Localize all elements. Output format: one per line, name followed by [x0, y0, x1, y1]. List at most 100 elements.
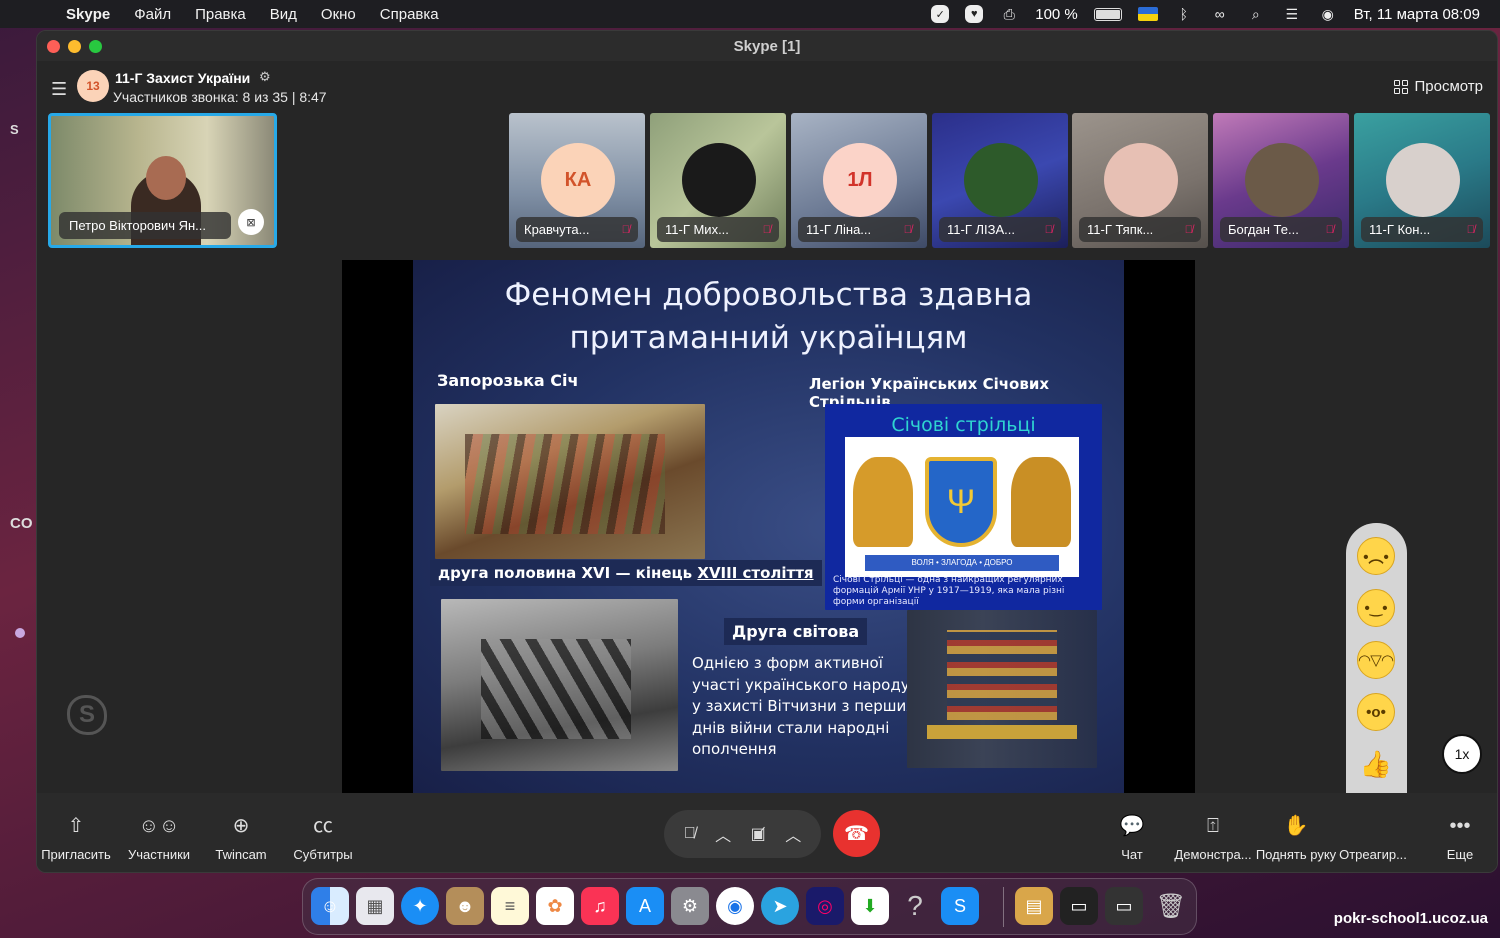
twincam-button[interactable]: ⊕ Twincam: [196, 811, 286, 862]
skype-dock-icon[interactable]: S: [941, 887, 979, 925]
confused-emoji-icon[interactable]: •︵•: [1357, 537, 1395, 575]
participant-name-label: 11-Г Ліна... 🎙̸: [798, 217, 920, 242]
app-store-icon[interactable]: A: [626, 887, 664, 925]
settings-gear-icon[interactable]: ⚙: [259, 69, 271, 85]
trident-icon: Ψ: [925, 457, 997, 547]
menu-app-skype[interactable]: Skype: [66, 6, 110, 23]
mic-muted-icon: 🎙̸: [762, 223, 771, 236]
finder-icon[interactable]: ☺: [311, 887, 349, 925]
shared-screen[interactable]: Феномен добровольства здавна притаманний…: [342, 260, 1195, 793]
end-call-button[interactable]: ☎: [833, 810, 880, 857]
participant-avatar: [964, 143, 1038, 217]
participant-tile[interactable]: 11-Г Тяпк... 🎙̸: [1072, 113, 1208, 248]
viber-icon[interactable]: ♥: [965, 5, 984, 23]
menu-file[interactable]: Файл: [134, 6, 171, 23]
invite-button[interactable]: ⇧ Пригласить: [37, 811, 121, 862]
participant-name: 11-Г Ліна...: [806, 222, 872, 237]
mic-muted-icon: 🎙̸: [903, 223, 912, 236]
participants-button[interactable]: ☺☺ Участники: [114, 811, 204, 862]
grid-view-icon: [1394, 79, 1409, 94]
subtitles-button[interactable]: ㏄ Субтитры: [278, 811, 368, 862]
self-video-tile[interactable]: Петро Вікторович Ян... ⊠: [48, 113, 277, 248]
thumbs-up-icon[interactable]: 👍: [1357, 745, 1395, 783]
macos-menu-bar: Skype Файл Правка Вид Окно Справка ✓ ♥ ⎙…: [0, 0, 1500, 28]
control-center-icon[interactable]: ☰: [1282, 5, 1302, 23]
call-title[interactable]: 11-Г Захист України: [115, 70, 250, 86]
menubar-datetime[interactable]: Вт, 11 марта 08:09: [1354, 6, 1480, 23]
participant-tile[interactable]: 11-Г ЛІЗА... 🎙̸: [932, 113, 1068, 248]
menu-edit[interactable]: Правка: [195, 6, 246, 23]
react-button[interactable]: Отреагир...: [1328, 811, 1418, 862]
slide-title-line1: Феномен добровольства здавна: [504, 277, 1033, 313]
call-toolbar: ⇧ Пригласить ☺☺ Участники ⊕ Twincam ㏄ Су…: [37, 793, 1497, 872]
presentation-slide: Феномен добровольства здавна притаманний…: [413, 260, 1124, 793]
hide-self-view-icon[interactable]: ⊠: [238, 209, 264, 235]
siri-icon[interactable]: ◉: [1318, 5, 1338, 23]
bluetooth-icon[interactable]: ᛒ: [1174, 5, 1194, 23]
link-icon[interactable]: ∞: [1210, 5, 1230, 23]
participant-tile[interactable]: КА Кравчута... 🎙̸: [509, 113, 645, 248]
contacts-icon[interactable]: ☻: [446, 887, 484, 925]
microphone-muted-icon[interactable]: 🎙̸: [684, 825, 696, 843]
telegram-icon[interactable]: ➤: [761, 887, 799, 925]
participant-tile[interactable]: 1Л 11-Г Ліна... 🎙̸: [791, 113, 927, 248]
window-title: Skype [1]: [733, 38, 801, 55]
notes-icon[interactable]: ≡: [491, 887, 529, 925]
slide-title: Феномен добровольства здавна притаманний…: [413, 274, 1124, 360]
participant-name-label: Богдан Те... 🎙̸: [1220, 217, 1342, 242]
mic-muted-icon: 🎙̸: [1325, 223, 1334, 236]
mic-options-chevron-icon[interactable]: ︿: [715, 822, 731, 846]
printer-icon[interactable]: ⎙: [999, 5, 1019, 23]
laugh-emoji-icon[interactable]: ◠▽◠: [1357, 641, 1395, 679]
desktop-dot: [15, 628, 25, 638]
headphones-app-icon[interactable]: ◎: [806, 887, 844, 925]
view-layout-button[interactable]: Просмотр: [1394, 78, 1483, 95]
menu-icon[interactable]: ☰: [51, 79, 67, 100]
status-check-icon[interactable]: ✓: [931, 5, 950, 23]
smile-emoji-icon[interactable]: •‿•: [1357, 589, 1395, 627]
safari-icon[interactable]: ✦: [401, 887, 439, 925]
archive-folder-icon[interactable]: ▤: [1015, 887, 1053, 925]
participant-tile[interactable]: 11-Г Мих... 🎙̸: [650, 113, 786, 248]
participant-tile[interactable]: Богдан Те... 🎙̸: [1213, 113, 1349, 248]
window-thumbnail-icon[interactable]: ▭: [1060, 887, 1098, 925]
more-button[interactable]: ••• Еще: [1415, 811, 1497, 862]
group-avatar[interactable]: 13: [77, 70, 109, 102]
participant-avatar: КА: [541, 143, 615, 217]
participant-avatar: [1104, 143, 1178, 217]
battery-icon[interactable]: [1093, 7, 1122, 21]
installer-icon[interactable]: ⬇: [851, 887, 889, 925]
screen-share-icon: ⍐: [1207, 815, 1219, 837]
camera-options-chevron-icon[interactable]: ︿: [785, 822, 801, 846]
twincam-label: Twincam: [215, 847, 267, 862]
music-icon[interactable]: ♫: [581, 887, 619, 925]
camera-off-icon[interactable]: ▣̸: [751, 824, 766, 844]
veteran-medals-photo: [907, 610, 1097, 768]
share-screen-button[interactable]: ⍐ Демонстра...: [1168, 811, 1258, 862]
trash-icon[interactable]: 🗑: [1152, 887, 1190, 925]
skype-logo-icon: S: [67, 695, 107, 735]
skype-window: Skype [1] ☰ 13 11-Г Захист України ⚙ Уча…: [36, 30, 1498, 873]
menu-help[interactable]: Справка: [380, 6, 439, 23]
chrome-icon[interactable]: ◉: [716, 887, 754, 925]
search-icon[interactable]: ⌕: [1246, 5, 1266, 23]
participant-tile[interactable]: 11-Г Кон... 🎙̸: [1354, 113, 1490, 248]
more-dots-icon: •••: [1449, 815, 1471, 837]
surprised-emoji-icon[interactable]: •o•: [1357, 693, 1395, 731]
chat-button[interactable]: 💬 Чат: [1087, 811, 1177, 862]
system-settings-icon[interactable]: ⚙: [671, 887, 709, 925]
chrome-window-thumbnail-icon[interactable]: ▭: [1105, 887, 1143, 925]
menu-view[interactable]: Вид: [270, 6, 297, 23]
zaporozhian-sich-heading: Запорозька Січ: [437, 371, 579, 390]
people-icon: ☺☺: [138, 815, 180, 837]
help-question-icon[interactable]: ?: [896, 887, 934, 925]
playback-speed-button[interactable]: 1x: [1442, 734, 1482, 774]
call-header: ☰ 13 11-Г Захист України ⚙ Участников зв…: [37, 61, 1497, 111]
menu-window[interactable]: Окно: [321, 6, 356, 23]
participant-name: Богдан Те...: [1228, 222, 1299, 237]
chat-label: Чат: [1121, 847, 1143, 862]
photos-icon[interactable]: ✿: [536, 887, 574, 925]
share-upload-icon: ⇧: [67, 815, 85, 837]
ukraine-flag-icon[interactable]: [1137, 7, 1158, 21]
launchpad-icon[interactable]: ▦: [356, 887, 394, 925]
